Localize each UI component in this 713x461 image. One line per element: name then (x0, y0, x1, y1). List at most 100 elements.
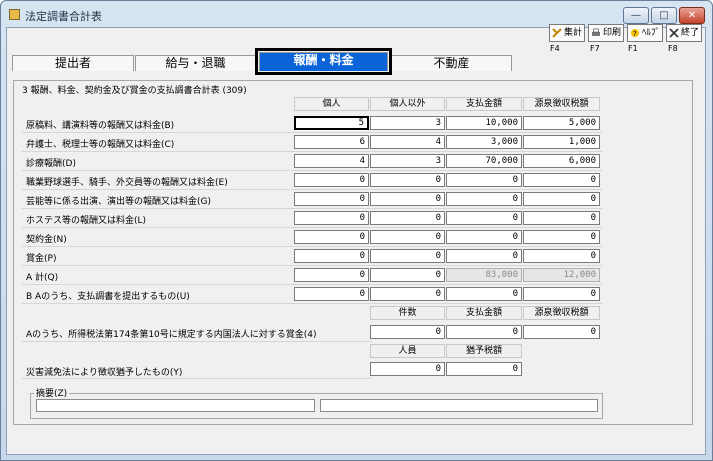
row-divider (22, 132, 602, 133)
col-header-count: 件数 (370, 306, 445, 320)
col-header-withholding: 源泉徴収税額 (523, 97, 600, 111)
cell-individual[interactable]: 0 (294, 249, 369, 263)
row-label: 弁護士、税理士等の報酬又は料金(C) (26, 140, 175, 150)
row-divider (22, 303, 602, 304)
cell-withholding[interactable]: 6,000 (523, 154, 600, 168)
row-divider (22, 265, 602, 266)
maximize-button[interactable]: □ (651, 7, 677, 24)
cell-withholding[interactable]: 0 (523, 287, 600, 301)
cell-withholding-total: 12,000 (523, 268, 600, 282)
sum-icon (552, 28, 562, 38)
tab-compensation[interactable]: 報酬・料金 (255, 48, 392, 75)
exit-label: 終了 (681, 28, 700, 38)
cell-individual[interactable]: 0 (294, 173, 369, 187)
cell-individual[interactable]: 5 (294, 116, 369, 130)
cell-individual[interactable]: 0 (294, 192, 369, 206)
col-header-individual: 個人 (294, 97, 369, 111)
cell-corporate[interactable]: 4 (370, 135, 445, 149)
cell-withholding[interactable]: 0 (523, 249, 600, 263)
cell-corporate[interactable]: 0 (370, 268, 445, 282)
cell-payment[interactable]: 0 (446, 230, 522, 244)
row-divider (22, 151, 602, 152)
cell-individual[interactable]: 0 (294, 211, 369, 225)
cell-payment[interactable]: 0 (446, 249, 522, 263)
print-label: 印刷 (603, 28, 622, 38)
cell-individual[interactable]: 0 (294, 268, 369, 282)
cell-withholding[interactable]: 5,000 (523, 116, 600, 130)
minimize-button[interactable]: — (623, 7, 649, 24)
exit-icon (669, 28, 679, 38)
tab-real-estate[interactable]: 不動産 (391, 55, 512, 71)
exit-button[interactable]: 終了 (666, 24, 703, 42)
row-divider (22, 170, 602, 171)
col-header-withholding: 源泉徴収税額 (523, 306, 600, 320)
cell-withholding[interactable]: 0 (523, 173, 600, 187)
cell-corporate[interactable]: 0 (370, 173, 445, 187)
printer-icon (592, 28, 600, 36)
cell-corporate[interactable]: 3 (370, 116, 445, 130)
row-label: 職業野球選手、騎手、外交員等の報酬又は料金(E) (26, 178, 228, 188)
memo-field-left[interactable] (36, 399, 315, 412)
help-label: ﾍﾙﾌﾟ (642, 28, 661, 38)
cell-withholding[interactable]: 0 (523, 211, 600, 225)
row-label-disaster: 災害減免法により徴収猶予したもの(Y) (26, 368, 183, 378)
sum-button[interactable]: 集計 (549, 24, 586, 42)
cell-persons[interactable]: 0 (370, 362, 445, 376)
app-icon (9, 9, 20, 20)
row-label: ホステス等の報酬又は料金(L) (26, 216, 147, 226)
cell-withholding[interactable]: 0 (523, 230, 600, 244)
cell-individual[interactable]: 0 (294, 287, 369, 301)
cell-withholding[interactable]: 0 (523, 325, 600, 339)
cell-individual[interactable]: 4 (294, 154, 369, 168)
close-button[interactable]: ✕ (679, 7, 705, 24)
tab-salary[interactable]: 給与・退職 (135, 55, 256, 71)
help-button[interactable]: ? ﾍﾙﾌﾟ (627, 24, 664, 42)
fkey-help: F1 (628, 44, 638, 53)
cell-corporate[interactable]: 3 (370, 154, 445, 168)
col-header-payment: 支払金額 (446, 97, 522, 111)
tab-submitter[interactable]: 提出者 (12, 55, 134, 71)
cell-payment[interactable]: 3,000 (446, 135, 522, 149)
sum-label: 集計 (564, 28, 583, 38)
cell-payment[interactable]: 0 (446, 287, 522, 301)
row-divider (22, 378, 372, 379)
row-divider (22, 284, 602, 285)
cell-corporate[interactable]: 0 (370, 287, 445, 301)
cell-payment[interactable]: 0 (446, 211, 522, 225)
row-divider (22, 208, 602, 209)
print-button[interactable]: 印刷 (588, 24, 625, 42)
section-title: 3 報酬、料金、契約金及び賞金の支払調書合計表 (309) (20, 83, 249, 96)
row-label: 原稿料、講演料等の報酬又は料金(B) (26, 121, 175, 131)
col-header-deferred-tax: 猶予税額 (446, 344, 522, 358)
cell-payment[interactable]: 0 (446, 192, 522, 206)
cell-corporate[interactable]: 0 (370, 211, 445, 225)
cell-corporate[interactable]: 0 (370, 230, 445, 244)
row-divider (22, 189, 602, 190)
cell-individual[interactable]: 0 (294, 230, 369, 244)
cell-individual[interactable]: 6 (294, 135, 369, 149)
cell-withholding[interactable]: 0 (523, 192, 600, 206)
fkey-print: F7 (590, 44, 600, 53)
cell-deferred-tax[interactable]: 0 (446, 362, 522, 376)
svg-text:?: ? (633, 30, 637, 38)
row-label: 診療報酬(D) (26, 159, 76, 169)
memo-field-right[interactable] (320, 399, 598, 412)
fkey-exit: F8 (668, 44, 678, 53)
cell-corporate[interactable]: 0 (370, 192, 445, 206)
help-icon: ? (631, 29, 639, 38)
window-title: 法定調書合計表 (25, 10, 102, 23)
row-label: 賞金(P) (26, 254, 57, 264)
row-label: 芸能等に係る出演、演出等の報酬又は料金(G) (26, 197, 211, 207)
row-label: B Aのうち、支払調書を提出するもの(U) (26, 292, 190, 302)
cell-payment[interactable]: 0 (446, 325, 522, 339)
row-label-total: A 計(Q) (26, 273, 59, 283)
cell-count[interactable]: 0 (370, 325, 445, 339)
cell-payment[interactable]: 0 (446, 173, 522, 187)
row-divider (22, 246, 602, 247)
cell-withholding[interactable]: 1,000 (523, 135, 600, 149)
cell-corporate[interactable]: 0 (370, 249, 445, 263)
memo-label: 摘要(Z) (34, 386, 70, 399)
col-header-payment: 支払金額 (446, 306, 522, 320)
cell-payment[interactable]: 10,000 (446, 116, 522, 130)
cell-payment[interactable]: 70,000 (446, 154, 522, 168)
